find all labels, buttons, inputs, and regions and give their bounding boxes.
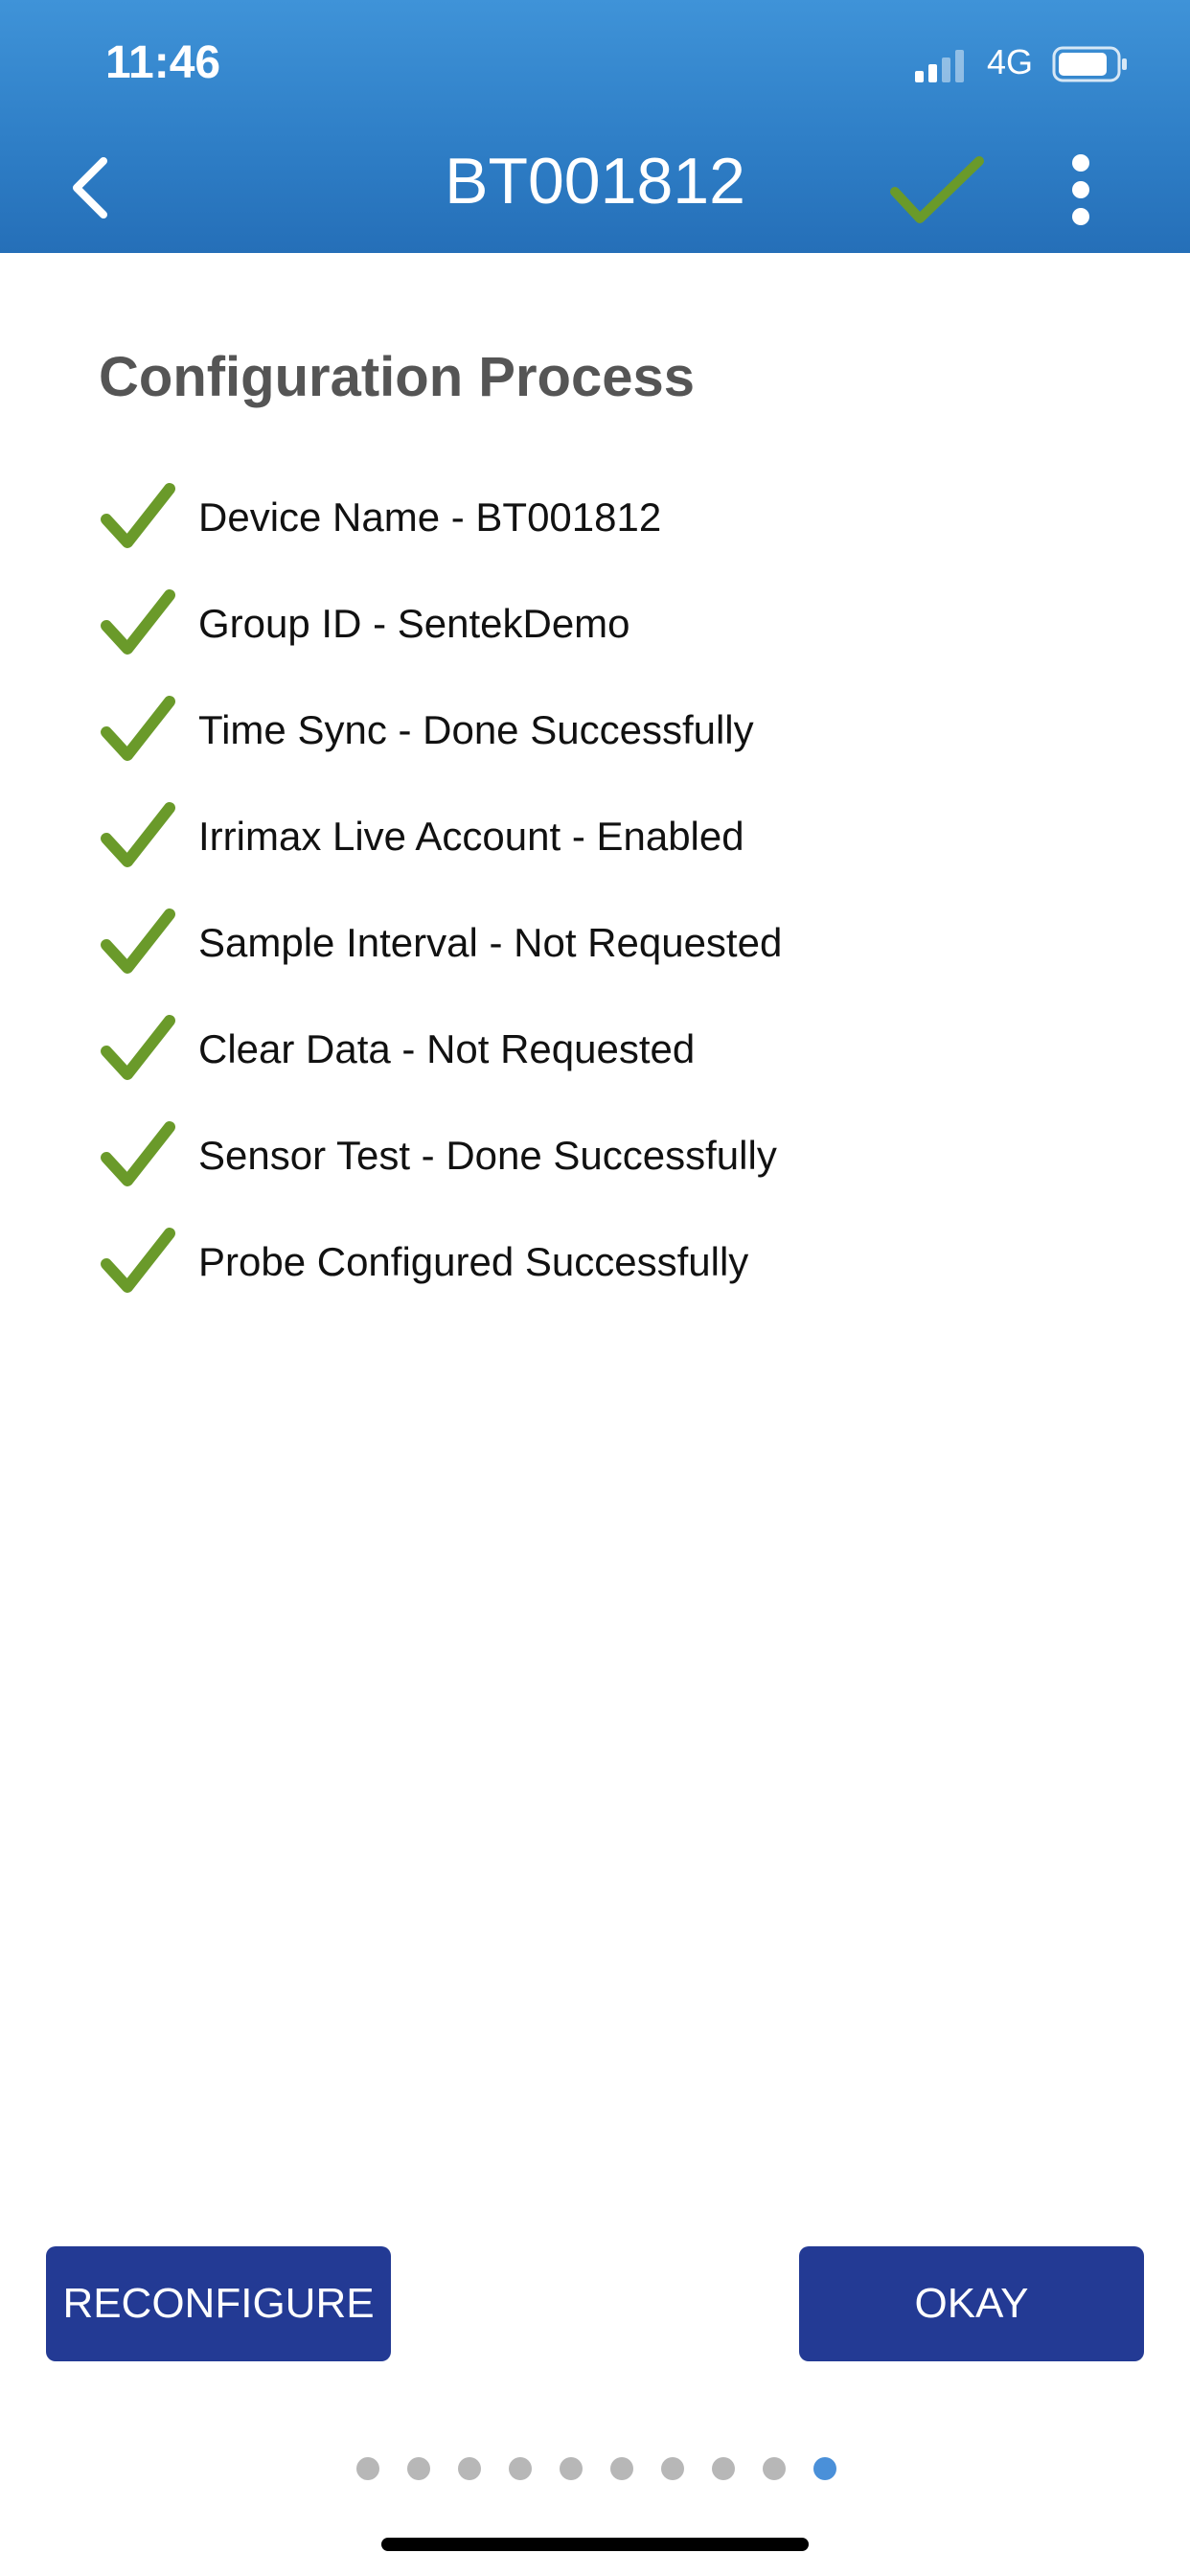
more-options-button[interactable]	[1062, 153, 1100, 226]
list-item: Time Sync - Done Successfully	[99, 677, 782, 783]
step-label: Probe Configured Successfully	[198, 1238, 749, 1284]
signal-bars-icon	[915, 50, 964, 82]
checkmark-icon	[101, 1120, 175, 1186]
page-dot[interactable]	[407, 2457, 430, 2480]
checkmark-icon	[101, 588, 175, 655]
okay-button[interactable]: OKAY	[799, 2246, 1144, 2361]
app-header: 11:46 4G BT001812	[0, 0, 1190, 253]
confirm-checkmark-button[interactable]	[889, 153, 985, 230]
list-item: Group ID - SentekDemo	[99, 570, 782, 677]
step-label: Time Sync - Done Successfully	[198, 706, 754, 752]
list-item: Irrimax Live Account - Enabled	[99, 783, 782, 889]
checkmark-icon	[101, 908, 175, 974]
page-indicator	[356, 2457, 864, 2480]
battery-icon	[1052, 46, 1127, 82]
step-label: Group ID - SentekDemo	[198, 600, 630, 646]
checkmark-icon	[101, 695, 175, 761]
checkmark-icon	[101, 1014, 175, 1080]
step-label: Irrimax Live Account - Enabled	[198, 813, 744, 859]
list-item: Sensor Test - Done Successfully	[99, 1102, 782, 1208]
status-time: 11:46	[105, 37, 221, 88]
list-item: Device Name - BT001812	[99, 464, 782, 570]
page-dot[interactable]	[763, 2457, 786, 2480]
step-label: Sensor Test - Done Successfully	[198, 1132, 777, 1178]
network-type: 4G	[987, 42, 1034, 81]
home-indicator[interactable]	[381, 2538, 809, 2551]
page-dot[interactable]	[458, 2457, 481, 2480]
checkmark-icon	[101, 1227, 175, 1293]
page-dot[interactable]	[712, 2457, 735, 2480]
step-label: Device Name - BT001812	[198, 494, 662, 540]
page-dot[interactable]	[610, 2457, 633, 2480]
list-item: Sample Interval - Not Requested	[99, 889, 782, 996]
checkmark-icon	[101, 801, 175, 867]
page-title: BT001812	[445, 145, 745, 218]
section-title: Configuration Process	[99, 346, 695, 408]
page-dot[interactable]	[509, 2457, 532, 2480]
configuration-steps-list: Device Name - BT001812 Group ID - Sentek…	[99, 464, 782, 1315]
list-item: Probe Configured Successfully	[99, 1208, 782, 1315]
checkmark-icon	[101, 482, 175, 548]
page-dot[interactable]	[560, 2457, 583, 2480]
page-dot-active[interactable]	[813, 2457, 836, 2480]
configuration-screen: 11:46 4G BT001812 Configuration Process	[0, 0, 1190, 2576]
page-dot[interactable]	[356, 2457, 379, 2480]
list-item: Clear Data - Not Requested	[99, 996, 782, 1102]
reconfigure-button[interactable]: RECONFIGURE	[46, 2246, 391, 2361]
step-label: Clear Data - Not Requested	[198, 1025, 696, 1071]
page-dot[interactable]	[661, 2457, 684, 2480]
step-label: Sample Interval - Not Requested	[198, 919, 783, 965]
